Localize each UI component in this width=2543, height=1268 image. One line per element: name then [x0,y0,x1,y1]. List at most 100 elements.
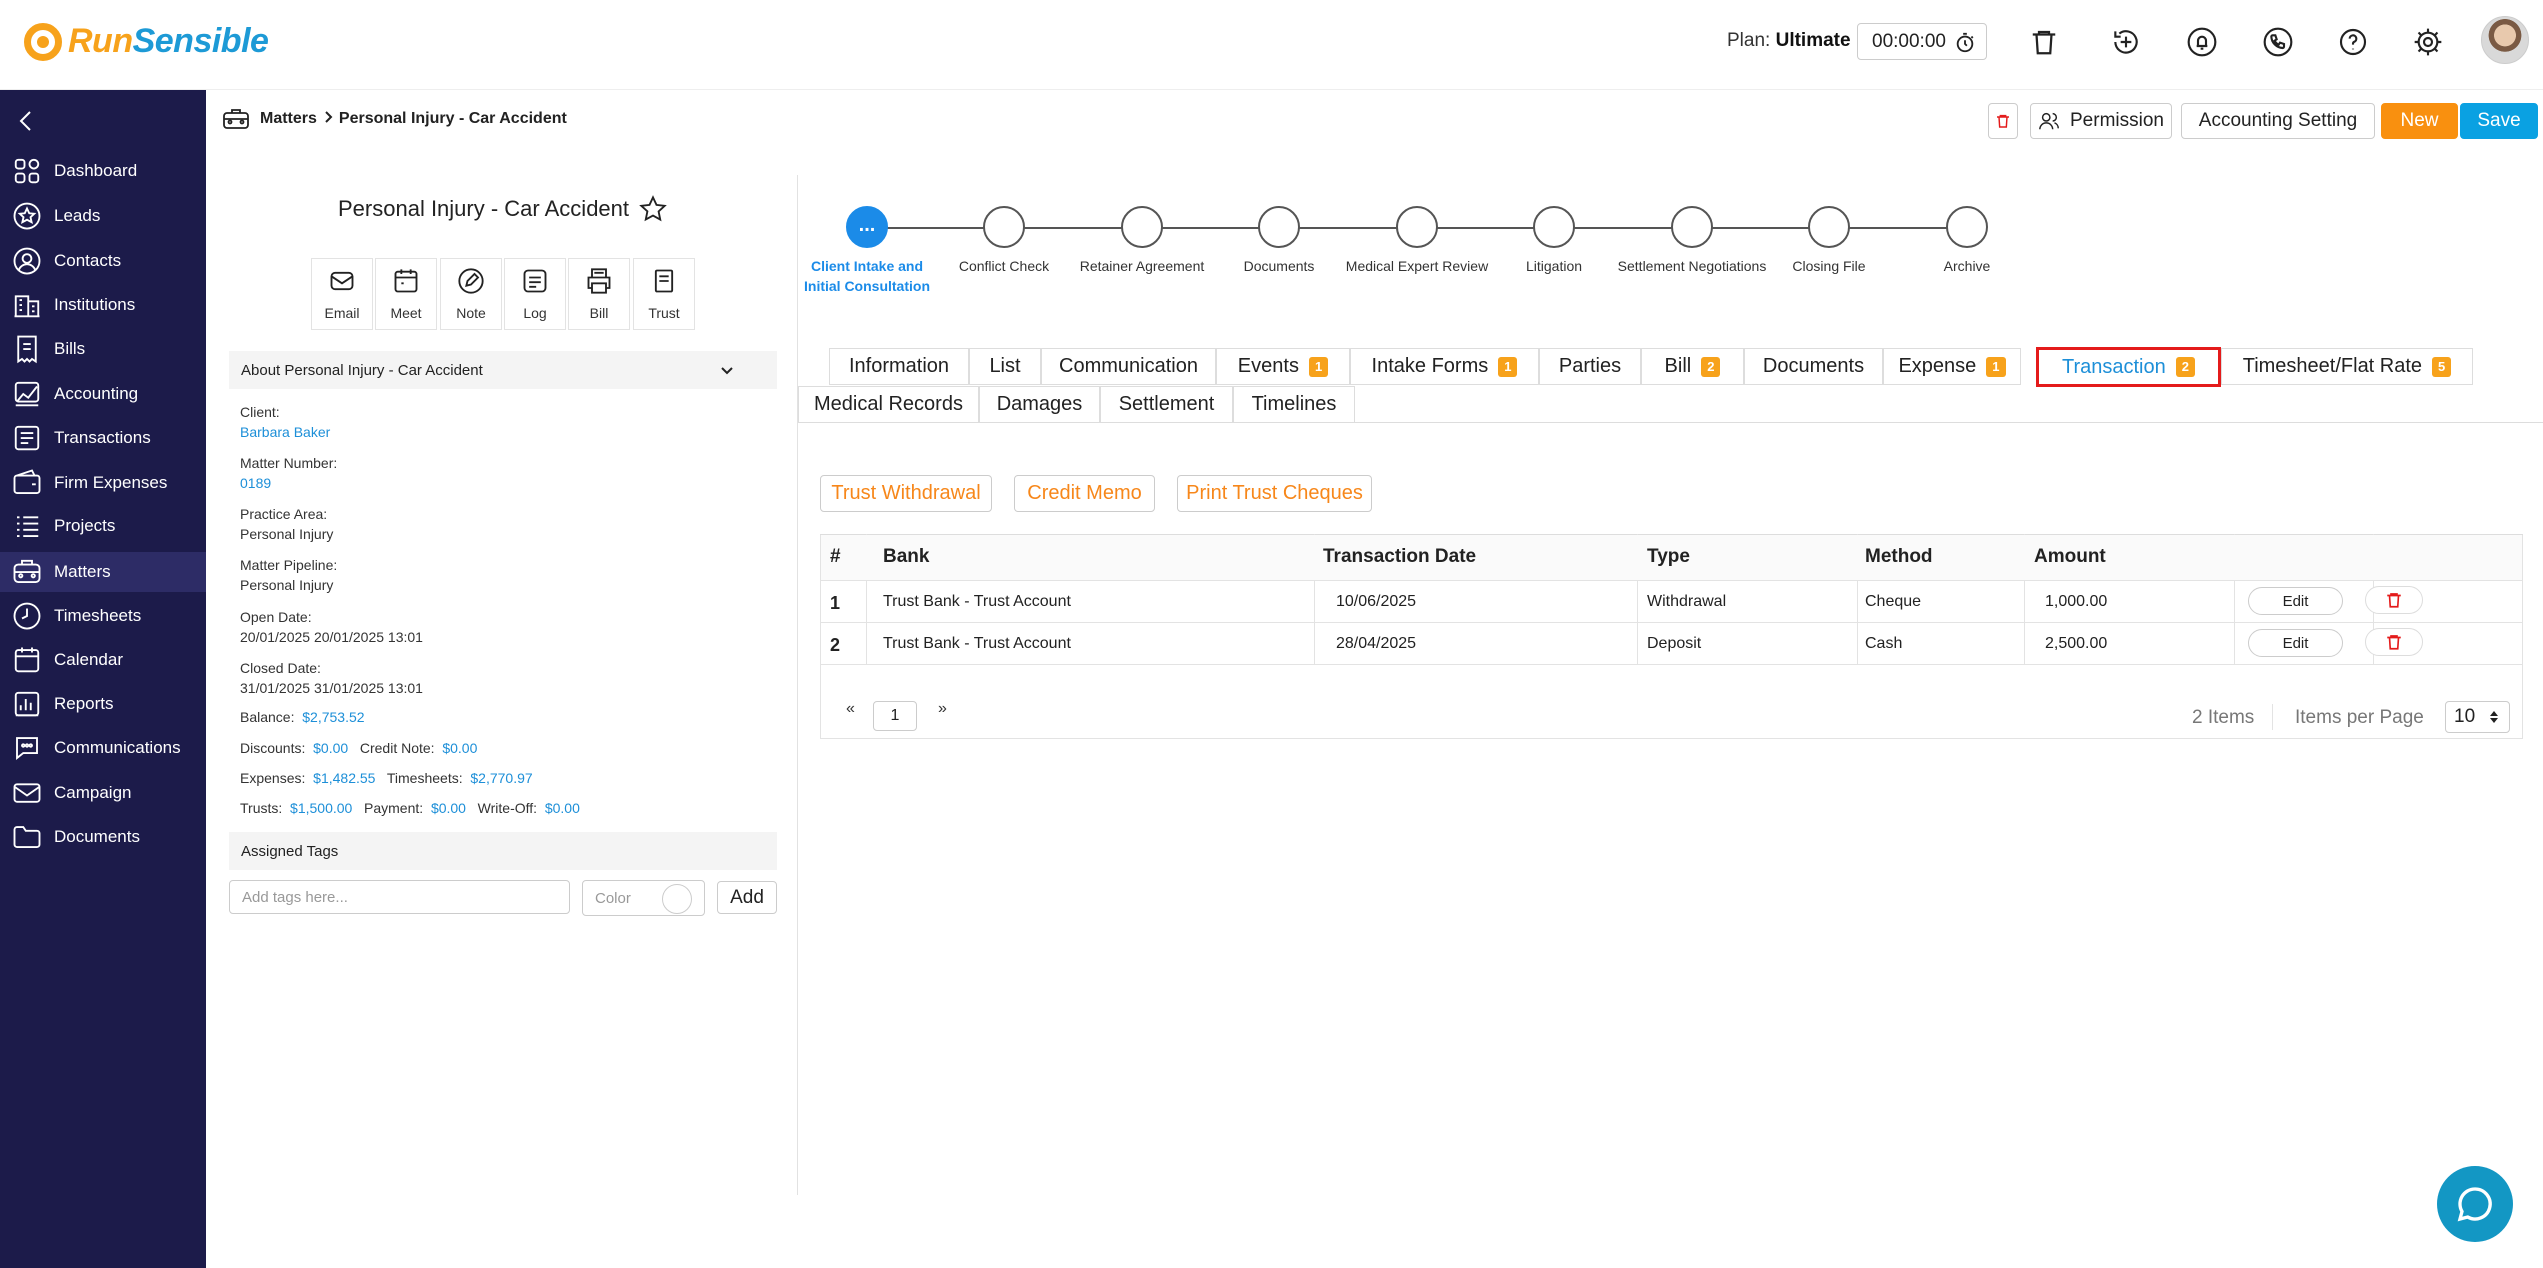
add-tag-button[interactable]: Add [717,881,777,914]
delete-row-button[interactable] [2365,628,2423,656]
notification-bell-icon[interactable] [2184,24,2220,60]
stage-dot[interactable] [1671,206,1713,248]
stage-dot[interactable]: ... [846,206,888,248]
tab-expense[interactable]: Expense 1 [1883,348,2021,385]
chevron-down-icon[interactable] [719,362,735,378]
pagination-prev[interactable]: « [846,700,855,718]
pipeline-stage-conflict-check[interactable]: Conflict Check [929,206,1079,276]
trash-icon[interactable] [2026,24,2062,60]
sidebar-item-reports[interactable]: Reports [0,684,206,724]
sidebar-item-contacts[interactable]: Contacts [0,241,206,281]
quick-action-note[interactable]: Note [440,258,502,330]
tab-communication[interactable]: Communication [1041,348,1216,385]
edit-button[interactable]: Edit [2248,629,2343,657]
sidebar-item-transactions[interactable]: Transactions [0,418,206,458]
accounting-setting-button[interactable]: Accounting Setting [2181,103,2375,139]
tab-timelines[interactable]: Timelines [1233,386,1355,423]
stage-dot[interactable] [1396,206,1438,248]
pipeline-stage-closing-file[interactable]: Closing File [1754,206,1904,276]
quick-action-trust[interactable]: Trust [633,258,695,330]
tab-documents[interactable]: Documents [1744,348,1883,385]
sidebar-item-campaign[interactable]: Campaign [0,773,206,813]
stage-dot[interactable] [1533,206,1575,248]
trust-withdrawal-button[interactable]: Trust Withdrawal [820,475,992,512]
matter-number-link[interactable]: 0189 [240,473,337,493]
column-header-method[interactable]: Method [1865,546,1933,568]
quick-action-email[interactable]: Email [311,258,373,330]
sidebar-item-dashboard[interactable]: Dashboard [0,151,206,191]
tab-events[interactable]: Events 1 [1216,348,1350,385]
add-time-icon[interactable] [2108,24,2144,60]
color-swatch[interactable] [662,884,692,914]
items-per-page-select[interactable]: 10 [2445,701,2510,733]
column-header-[interactable]: # [830,546,841,568]
tab-list[interactable]: List [969,348,1041,385]
help-icon[interactable] [2335,24,2371,60]
pipeline-stage-settlement-negotiations[interactable]: Settlement Negotiations [1617,206,1767,276]
column-header-type[interactable]: Type [1647,546,1690,568]
favorite-star-icon[interactable] [639,195,667,223]
tag-color-picker[interactable]: Color [582,880,705,916]
quick-action-meet[interactable]: Meet [375,258,437,330]
logo[interactable]: RunSensible [24,22,269,61]
about-section-header[interactable]: About Personal Injury - Car Accident [229,351,777,389]
sidebar-item-institutions[interactable]: Institutions [0,285,206,325]
column-header-transaction-date[interactable]: Transaction Date [1323,546,1476,568]
stage-dot[interactable] [1946,206,1988,248]
sidebar-item-communications[interactable]: Communications [0,728,206,768]
credit-memo-button[interactable]: Credit Memo [1014,475,1155,512]
tab-damages[interactable]: Damages [979,386,1100,423]
settings-gear-icon[interactable] [2410,24,2446,60]
pipeline-stage-litigation[interactable]: Litigation [1479,206,1629,276]
new-button[interactable]: New [2381,103,2458,139]
sidebar-item-timesheets[interactable]: Timesheets [0,596,206,636]
pipeline-stage-medical-expert-review[interactable]: Medical Expert Review [1342,206,1492,276]
tab-bill[interactable]: Bill 2 [1641,348,1744,385]
phone-icon[interactable] [2260,24,2296,60]
sidebar-item-documents[interactable]: Documents [0,817,206,857]
sidebar-item-firm-expenses[interactable]: Firm Expenses [0,463,206,503]
client-link[interactable]: Barbara Baker [240,422,330,442]
delete-matter-button[interactable] [1988,103,2018,139]
stage-dot[interactable] [983,206,1025,248]
column-header-amount[interactable]: Amount [2034,546,2106,568]
tab-information[interactable]: Information [829,348,969,385]
edit-button[interactable]: Edit [2248,587,2343,615]
pagination-next[interactable]: » [938,700,947,718]
sidebar-item-leads[interactable]: Leads [0,196,206,236]
sidebar-item-accounting[interactable]: Accounting [0,374,206,414]
user-avatar[interactable] [2481,16,2529,64]
tab-settlement[interactable]: Settlement [1100,386,1233,423]
support-chat-button[interactable] [2437,1166,2513,1242]
breadcrumb-matters[interactable]: Matters [260,110,317,128]
column-header-bank[interactable]: Bank [883,546,929,568]
tab-timesheet-flat-rate[interactable]: Timesheet/Flat Rate 5 [2221,348,2473,385]
pipeline-stage-archive[interactable]: Archive [1892,206,2042,276]
quick-action-bill[interactable]: Bill [568,258,630,330]
pagination-page-1[interactable]: 1 [873,701,917,731]
tab-transaction[interactable]: Transaction 2 [2036,347,2221,387]
stopwatch-icon[interactable] [1954,32,1976,54]
permission-button[interactable]: Permission [2030,103,2172,139]
pipeline-stage-retainer-agreement[interactable]: Retainer Agreement [1067,206,1217,276]
sidebar-item-calendar[interactable]: Calendar [0,640,206,680]
stage-dot[interactable] [1808,206,1850,248]
sidebar-item-matters[interactable]: Matters [0,552,206,592]
save-button[interactable]: Save [2460,103,2538,139]
tab-medical-records[interactable]: Medical Records [798,386,979,423]
timer-display[interactable]: 00:00:00 [1857,23,1987,60]
tags-input[interactable]: Add tags here... [229,880,570,914]
collapse-sidebar-icon[interactable] [16,108,36,140]
pipeline-stage-client-intake-and-initial-consultation[interactable]: ... Client Intake and Initial Consultatio… [792,206,942,296]
stage-dot[interactable] [1121,206,1163,248]
delete-row-button[interactable] [2365,586,2423,614]
sidebar-item-projects[interactable]: Projects [0,506,206,546]
tab-parties[interactable]: Parties [1539,348,1641,385]
quick-action-log[interactable]: Log [504,258,566,330]
pipeline-stage-documents[interactable]: Documents [1204,206,1354,276]
sidebar-item-bills[interactable]: Bills [0,329,206,369]
print-trust-cheques-button[interactable]: Print Trust Cheques [1177,475,1372,512]
tab-intake-forms[interactable]: Intake Forms 1 [1350,348,1539,385]
stage-label: Conflict Check [958,258,1050,274]
stage-dot[interactable] [1258,206,1300,248]
